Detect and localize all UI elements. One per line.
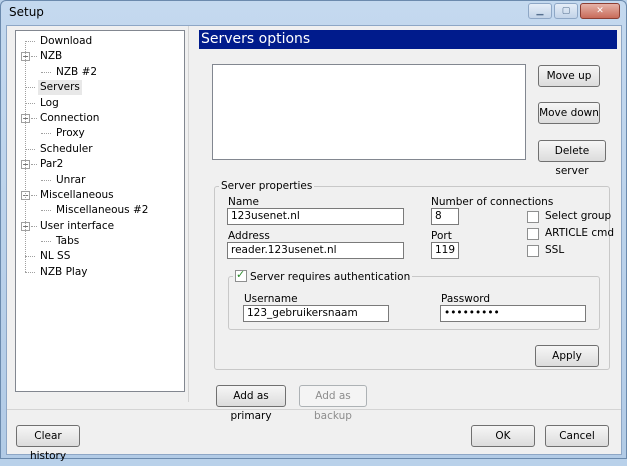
cancel-button[interactable]: Cancel	[545, 425, 609, 447]
servers-options-panel: Servers options Move up Move down Delete…	[195, 30, 619, 422]
tree-guide	[41, 179, 51, 181]
article-cmd-label: ARTICLE cmd	[545, 227, 615, 239]
tree-item-label: Proxy	[56, 127, 85, 140]
tree-item-label: Miscellaneous	[40, 188, 114, 201]
username-input[interactable]: 123_gebruikersnaam	[243, 305, 389, 322]
server-properties-legend: Server properties	[221, 180, 313, 192]
clear-history-button[interactable]: Clear history	[16, 425, 80, 462]
tree-item-label: Par2	[40, 158, 64, 171]
tree-guide-line	[25, 41, 26, 272]
ssl-label: SSL	[545, 244, 565, 256]
settings-tree[interactable]: Download − NZB NZB #2 Servers Log − Connection P…	[15, 30, 185, 392]
tree-guide	[31, 164, 37, 166]
delete-server-button[interactable]: Delete server	[538, 140, 606, 177]
tree-item[interactable]: − Miscellaneous	[16, 188, 184, 203]
maximize-icon[interactable]: ▢	[554, 3, 578, 19]
connections-label: Number of connections	[431, 196, 554, 208]
minimize-icon[interactable]: ▁	[528, 3, 552, 19]
tree-guide	[25, 41, 35, 42]
tree-item-label: Unrar	[56, 173, 86, 186]
tree-guide	[25, 102, 35, 104]
select-group-checkbox[interactable]	[527, 211, 539, 223]
tree-guide	[41, 133, 51, 135]
password-input[interactable]: •••••••••	[440, 305, 586, 322]
name-label: Name	[228, 196, 259, 208]
tree-item[interactable]: NL SS	[16, 249, 184, 264]
tree-guide	[25, 256, 35, 258]
splitter[interactable]	[188, 26, 189, 402]
tree-item-label: NZB	[40, 50, 63, 63]
password-label: Password	[441, 293, 491, 305]
setup-window: Setup ▁ ▢ ✕ Download − NZB NZB #2 Servers Log…	[0, 0, 627, 462]
auth-legend: Server requires authentication	[233, 268, 412, 283]
tree-item[interactable]: Scheduler	[16, 142, 184, 157]
tree-item-label: Log	[40, 96, 59, 109]
article-cmd-checkbox[interactable]	[527, 228, 539, 240]
add-as-backup-button[interactable]: Add as backup	[299, 385, 367, 422]
apply-button[interactable]: Apply	[535, 345, 599, 367]
tree-item-label: Download	[40, 35, 93, 47]
window-title: Setup	[9, 5, 44, 19]
tree-item-label: NZB Play	[40, 265, 88, 278]
tree-item[interactable]: Download	[16, 34, 184, 49]
tree-guide	[41, 241, 51, 243]
tree-item-label: NL SS	[40, 250, 71, 263]
tree-item[interactable]: − NZB	[16, 49, 184, 64]
tree-item[interactable]: Tabs	[16, 234, 184, 249]
server-list[interactable]	[212, 64, 526, 160]
port-label: Port	[431, 230, 452, 242]
add-as-primary-button[interactable]: Add as primary	[216, 385, 286, 422]
tree-guide	[31, 117, 37, 119]
name-input[interactable]: 123usenet.nl	[227, 208, 404, 225]
ssl-checkbox[interactable]	[527, 245, 539, 257]
tree-item[interactable]: NZB #2	[16, 65, 184, 80]
tree-item[interactable]: − Connection	[16, 111, 184, 126]
requires-auth-checkbox[interactable]	[235, 268, 247, 282]
tree-guide	[31, 225, 37, 227]
tree-item-label: Tabs	[56, 235, 80, 248]
tree-item[interactable]: Unrar	[16, 173, 184, 188]
tree-item[interactable]: − Par2	[16, 157, 184, 172]
tree-item[interactable]: Log	[16, 96, 184, 111]
tree-guide	[25, 148, 35, 150]
tree-guide	[31, 194, 37, 196]
tree-guide	[41, 71, 51, 73]
username-label: Username	[244, 293, 298, 305]
move-up-button[interactable]: Move up	[538, 65, 600, 87]
tree-guide	[41, 210, 51, 212]
close-icon[interactable]: ✕	[580, 3, 620, 19]
tree-guide	[31, 56, 37, 58]
tree-item-label: Miscellaneous #2	[56, 204, 149, 217]
port-input[interactable]: 119	[431, 242, 459, 259]
tree-item-label: NZB #2	[56, 65, 98, 78]
title-bar: Setup ▁ ▢ ✕	[1, 1, 626, 25]
tree-guide	[25, 271, 35, 273]
tree-item[interactable]: NZB Play	[16, 265, 184, 280]
address-input[interactable]: reader.123usenet.nl	[227, 242, 404, 259]
tree-item[interactable]: − User interface	[16, 219, 184, 234]
requires-auth-label: Server requires authentication	[250, 271, 411, 283]
panel-title: Servers options	[199, 30, 617, 49]
tree-item-label: Scheduler	[40, 142, 93, 155]
window-controls: ▁ ▢ ✕	[528, 3, 620, 19]
tree-item-label: Connection	[40, 111, 100, 124]
tree-item[interactable]: Servers	[16, 80, 184, 96]
dialog-body: Download − NZB NZB #2 Servers Log − Connection P…	[6, 25, 622, 462]
address-label: Address	[228, 230, 270, 242]
select-group-label: Select group	[545, 210, 612, 222]
tree-guide	[25, 87, 35, 89]
footer-divider	[7, 409, 621, 410]
ok-button[interactable]: OK	[471, 425, 535, 447]
tree-item-label: Servers	[38, 80, 82, 96]
tree-item-label: User interface	[40, 219, 115, 232]
connections-input[interactable]: 8	[431, 208, 459, 225]
tree-item[interactable]: Proxy	[16, 126, 184, 141]
move-down-button[interactable]: Move down	[538, 102, 600, 124]
tree-item[interactable]: Miscellaneous #2	[16, 203, 184, 218]
